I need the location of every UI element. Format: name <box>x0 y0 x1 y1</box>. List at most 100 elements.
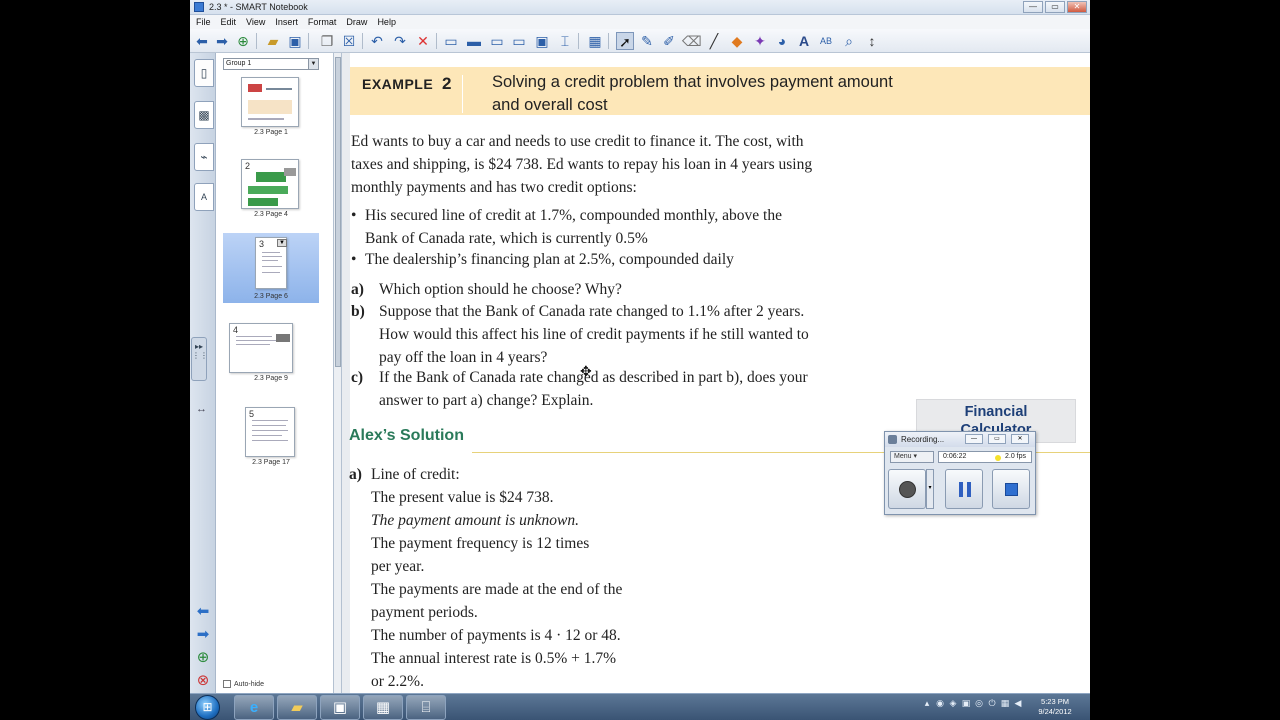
properties-icon[interactable]: AB <box>817 32 835 50</box>
tray-icon[interactable]: ◉ <box>935 698 945 710</box>
recorder-menu[interactable]: Menu ▾ <box>890 451 934 463</box>
more-icon[interactable]: ↕ <box>863 32 881 50</box>
record-icon <box>899 481 916 498</box>
page-thumbnail-selected[interactable]: 3 ▼ 2.3 Page 6 <box>223 233 319 303</box>
internet-explorer-icon[interactable]: e <box>234 695 274 720</box>
network-icon[interactable]: ▦ <box>1000 698 1010 710</box>
tray-icon[interactable]: ▣ <box>961 698 971 710</box>
previous-page-icon[interactable]: ⬅ <box>194 603 212 621</box>
delete-page-sidebar-icon[interactable]: ⊗ <box>194 672 212 690</box>
shape-icon[interactable]: ◆ <box>728 32 746 50</box>
redo-icon[interactable]: ↷ <box>391 32 409 50</box>
screen-shade-icon[interactable]: ▭ <box>442 32 460 50</box>
file-explorer-icon[interactable]: ▰ <box>277 695 317 720</box>
thumbnail-label: 2.3 Page 1 <box>254 129 288 136</box>
page-thumbnail[interactable]: 4 2.3 Page 9 <box>223 319 319 389</box>
problem-intro: Ed wants to buy a car and needs to use c… <box>351 133 813 196</box>
chevron-down-icon[interactable]: ▼ <box>308 59 318 69</box>
page-thumbnail[interactable]: 5 2.3 Page 17 <box>223 403 319 473</box>
calculator-taskbar-icon[interactable]: ▦ <box>363 695 403 720</box>
next-page-icon[interactable]: ➡ <box>194 626 212 644</box>
recorder-fps: 2.0 fps <box>1005 453 1027 460</box>
menu-format[interactable]: Format <box>308 17 337 27</box>
delete-icon[interactable]: ✕ <box>414 32 432 50</box>
page-left-margin <box>342 53 350 693</box>
menu-draw[interactable]: Draw <box>346 17 367 27</box>
sidebar-collapse-handle[interactable]: ▸▸ ⋮⋮ <box>191 337 208 381</box>
thumbnail-menu-icon[interactable]: ▼ <box>277 239 287 247</box>
recorder-close-button[interactable]: ✕ <box>1011 434 1029 444</box>
eraser-icon[interactable]: ⌫ <box>682 32 702 50</box>
page-thumbnail[interactable]: 2 2.3 Page 4 <box>223 155 319 225</box>
volume-icon[interactable]: ◀ <box>1013 698 1023 710</box>
pause-button[interactable] <box>945 469 983 509</box>
recorder-minimize-button[interactable]: — <box>965 434 983 444</box>
minimize-button[interactable]: — <box>1023 1 1043 13</box>
tray-icon[interactable]: ⏻ <box>987 698 997 710</box>
menu-edit[interactable]: Edit <box>221 17 237 27</box>
thumbnail-number: 2 <box>245 161 251 171</box>
menu-bar: File Edit View Insert Format Draw Help <box>190 15 1090 29</box>
stop-button[interactable] <box>992 469 1030 509</box>
forward-arrow-icon[interactable]: ➡ <box>213 32 231 50</box>
maximize-button[interactable]: ▭ <box>1045 1 1065 13</box>
undo-icon[interactable]: ↶ <box>368 32 386 50</box>
autohide-label: Auto-hide <box>234 680 264 688</box>
thumbnail-label: 2.3 Page 17 <box>252 459 290 466</box>
pen-icon[interactable]: ✎ <box>638 32 656 50</box>
gallery-tab[interactable]: ▩ <box>194 101 214 129</box>
recorder-taskbar-icon[interactable]: ⌸ <box>406 695 446 720</box>
menu-file[interactable]: File <box>196 17 211 27</box>
properties-tab[interactable]: A <box>194 183 214 211</box>
save-icon[interactable]: ▣ <box>286 32 304 50</box>
delete-page-icon[interactable]: ☒ <box>340 32 358 50</box>
tray-icon[interactable]: ◎ <box>974 698 984 710</box>
clock-date: 9/24/2012 <box>1038 707 1072 716</box>
recorder-maximize-button[interactable]: ▭ <box>988 434 1006 444</box>
scrollbar-thumb[interactable] <box>335 57 341 367</box>
tray-icon[interactable]: ▴ <box>922 698 932 710</box>
autohide-checkbox[interactable] <box>223 680 231 688</box>
tray-icon[interactable]: ◈ <box>948 698 958 710</box>
page-thumbnail[interactable]: 2.3 Page 1 <box>223 73 319 143</box>
document-camera-icon[interactable]: ⌶ <box>556 32 574 50</box>
example-header: EXAMPLE 2 Solving a credit problem that … <box>350 67 1090 115</box>
back-arrow-icon[interactable]: ⬅ <box>193 32 211 50</box>
menu-view[interactable]: View <box>246 17 265 27</box>
page-sorter-tab[interactable]: ▯ <box>194 59 214 87</box>
taskbar-clock[interactable]: 5:23 PM 9/24/2012 <box>1030 697 1080 717</box>
solution-title: Alex’s Solution <box>349 427 464 444</box>
add-page-icon[interactable]: ⊕ <box>234 32 252 50</box>
fps-indicator-icon <box>995 455 1001 461</box>
group-select[interactable]: Group 1 ▼ <box>223 58 319 70</box>
line-icon[interactable]: ╱ <box>705 32 723 50</box>
full-screen-icon[interactable]: ▬ <box>465 32 483 50</box>
resize-arrows-icon[interactable]: ↔ <box>196 403 207 415</box>
menu-help[interactable]: Help <box>377 17 396 27</box>
magic-pen-icon[interactable]: ✦ <box>751 32 769 50</box>
select-icon[interactable]: ➚ <box>616 32 634 50</box>
open-folder-icon[interactable]: ▰ <box>264 32 282 50</box>
record-button[interactable] <box>888 469 926 509</box>
record-options-button[interactable]: ▾ <box>926 469 934 509</box>
clock-time: 5:23 PM <box>1041 697 1069 706</box>
dual-page-icon[interactable]: ▭ <box>488 32 506 50</box>
sorter-scrollbar[interactable] <box>334 53 342 693</box>
fill-icon[interactable]: ◕ <box>773 32 791 50</box>
table-icon[interactable]: ▦ <box>586 32 604 50</box>
capture-icon[interactable]: ▣ <box>533 32 551 50</box>
smart-notebook-taskbar-icon[interactable]: ▣ <box>320 695 360 720</box>
display-icon[interactable]: ▭ <box>510 32 528 50</box>
menu-insert[interactable]: Insert <box>275 17 298 27</box>
creative-pen-icon[interactable]: ✐ <box>660 32 678 50</box>
autohide-option[interactable]: Auto-hide <box>223 680 264 688</box>
example-label: EXAMPLE 2 <box>362 74 452 93</box>
attachments-tab[interactable]: ⌁ <box>194 143 214 171</box>
start-button[interactable]: ⊞ <box>195 695 220 720</box>
zoom-icon[interactable]: ⌕ <box>840 32 858 50</box>
close-button[interactable]: ✕ <box>1067 1 1087 13</box>
add-page-sidebar-icon[interactable]: ⊕ <box>194 649 212 667</box>
paste-icon[interactable]: ❐ <box>318 32 336 50</box>
notebook-page[interactable]: EXAMPLE 2 Solving a credit problem that … <box>342 53 1090 693</box>
text-icon[interactable]: A <box>795 32 813 50</box>
